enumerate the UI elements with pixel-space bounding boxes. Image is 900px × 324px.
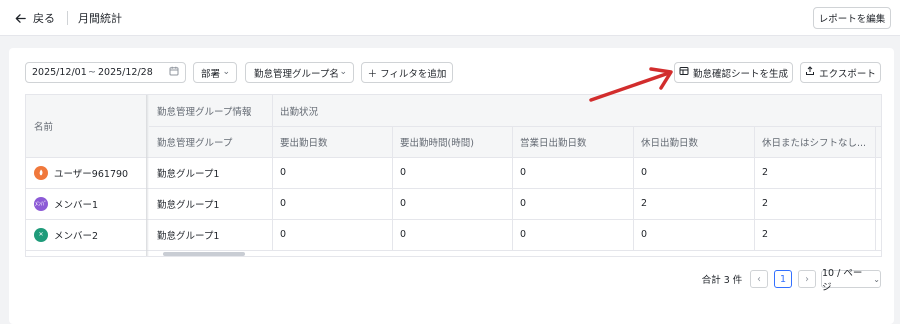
department-filter-label: 部署 — [201, 68, 221, 80]
table-cell: 0 — [520, 167, 527, 178]
generate-sheet-button[interactable]: 勤怠確認シートを生成 — [674, 62, 793, 83]
table-cell: 0 — [400, 229, 407, 240]
plus-icon: ＋ — [367, 68, 378, 80]
table-row-name[interactable]: ﾒﾝﾊﾞ メンバー1 — [26, 188, 146, 219]
group-info-header: 勤怠管理グループ情報 — [157, 106, 252, 118]
column-header-name: 名前 — [34, 122, 54, 133]
table-row-name[interactable]: ユーザー961790 — [26, 157, 146, 188]
page-size-select[interactable]: 10 / ページ ⌄ — [821, 268, 881, 293]
export-icon — [805, 66, 815, 79]
back-label: 戻る — [33, 12, 55, 25]
table-cell: 0 — [520, 198, 527, 209]
export-button[interactable]: エクスポート — [800, 62, 881, 83]
department-filter[interactable]: 部署 ⌄ — [193, 62, 237, 83]
calendar-icon — [169, 66, 179, 79]
date-separator: ~ — [88, 67, 96, 78]
prev-page-button[interactable]: ‹ — [750, 270, 768, 288]
sheet-icon — [679, 66, 689, 79]
column-header-required-hours: 要出勤時間(時間) — [400, 137, 474, 149]
pagination-total: 合計 3 件 — [701, 275, 743, 286]
annotation-arrow-icon — [589, 67, 673, 102]
attendance-header: 出勤状況 — [280, 106, 319, 118]
date-range-picker[interactable]: 2025/12/01 ~ 2025/12/28 — [25, 62, 186, 83]
grid-line — [149, 126, 881, 127]
table-cell: 0 — [641, 229, 648, 240]
grid-line — [26, 250, 881, 251]
user-name: メンバー2 — [54, 230, 99, 242]
add-filter-button[interactable]: ＋ フィルタを追加 — [361, 62, 453, 83]
column-header-required-days: 要出勤日数 — [280, 137, 328, 149]
avatar: ﾒﾝﾊﾞ — [34, 196, 48, 211]
grid-line — [272, 95, 273, 250]
page-title: 月間統計 — [78, 12, 122, 25]
table-cell: 0 — [280, 198, 287, 209]
grid-line — [754, 126, 755, 250]
date-start: 2025/12/01 — [32, 67, 87, 78]
group-name-filter[interactable]: 勤怠管理グループ名 ⌄ — [245, 62, 354, 83]
chevron-left-icon: ‹ — [757, 273, 761, 285]
table-cell: 2 — [762, 167, 769, 178]
table-cell: 2 — [762, 229, 769, 240]
table-cell: 2 — [762, 198, 769, 209]
table-cell: 勤怠グループ1 — [157, 230, 220, 242]
column-header-holiday-days: 休日出勤日数 — [641, 137, 699, 149]
grid-line — [875, 126, 876, 250]
table-cell: 0 — [280, 167, 287, 178]
generate-sheet-label: 勤怠確認シートを生成 — [692, 68, 788, 80]
grid-line — [392, 126, 393, 250]
chevron-down-icon: ⌄ — [222, 67, 230, 77]
date-end: 2025/12/28 — [98, 67, 153, 78]
add-filter-label: フィルタを追加 — [380, 68, 447, 80]
table-cell: 0 — [400, 167, 407, 178]
report-card: 2025/12/01 ~ 2025/12/28 部署 ⌄ 勤怠管理グループ名 ⌄… — [9, 48, 894, 324]
table-cell: 0 — [280, 229, 287, 240]
chevron-down-icon: ⌄ — [873, 274, 880, 284]
top-bar: 戻る 月間統計 レポートを編集 — [0, 0, 900, 36]
table-cell: 0 — [400, 198, 407, 209]
grid-line — [512, 126, 513, 250]
table-cell: 勤怠グループ1 — [157, 199, 220, 211]
back-button[interactable]: 戻る — [14, 10, 55, 26]
stats-table: 名前 勤怠管理グループ情報 出勤状況 勤怠管理グループ 要出勤日数 要出勤時間(… — [25, 94, 882, 257]
table-cell: 2 — [641, 198, 648, 209]
chevron-right-icon: › — [805, 273, 809, 285]
column-header-workday-days: 営業日出勤日数 — [520, 137, 587, 149]
table-cell: 0 — [520, 229, 527, 240]
page-size-label: 10 / ページ — [822, 268, 863, 293]
avatar — [34, 165, 48, 180]
export-label: エクスポート — [819, 68, 876, 80]
user-name: ユーザー961790 — [54, 168, 129, 180]
user-name: メンバー1 — [54, 199, 99, 211]
horizontal-scrollbar[interactable] — [163, 252, 245, 256]
fixed-column-shadow — [146, 95, 149, 256]
edit-report-button[interactable]: レポートを編集 — [813, 7, 891, 29]
arrow-left-icon — [15, 13, 26, 23]
group-name-filter-label: 勤怠管理グループ名 — [254, 68, 339, 80]
next-page-button[interactable]: › — [798, 270, 816, 288]
divider — [67, 11, 68, 25]
column-header-no-shift: 休日またはシフトなし... — [762, 137, 867, 149]
page-1-button[interactable]: 1 — [774, 270, 792, 288]
avatar: ✕ — [34, 227, 48, 242]
grid-line — [633, 126, 634, 250]
table-cell: 勤怠グループ1 — [157, 168, 220, 180]
column-header-group: 勤怠管理グループ — [157, 137, 233, 149]
chevron-down-icon: ⌄ — [339, 67, 347, 77]
table-cell: 0 — [641, 167, 648, 178]
table-row-name[interactable]: ✕ メンバー2 — [26, 219, 146, 250]
